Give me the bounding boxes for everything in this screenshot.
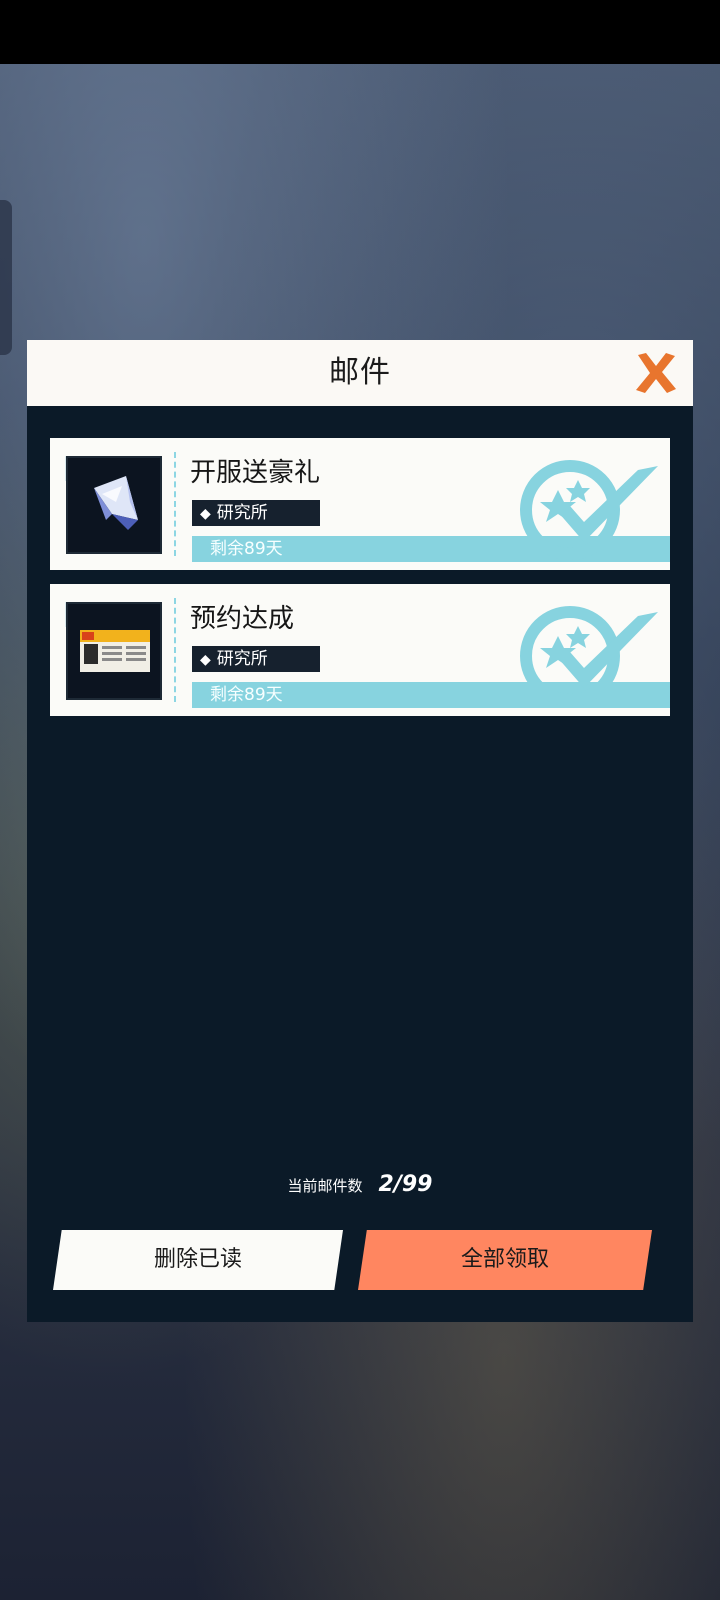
mail-count-value: 2/99 xyxy=(378,1172,433,1197)
side-handle[interactable] xyxy=(0,200,12,355)
mail-dialog: 邮件 MAIL 开服送豪礼 ◆研究所 xyxy=(27,340,693,1322)
mail-title: 开服送豪礼 xyxy=(190,458,321,488)
diamond-arrow-icon: ◆ xyxy=(200,652,211,668)
sender-tag: ◆ 研究所 xyxy=(192,500,320,526)
close-x-icon xyxy=(636,353,676,393)
claimed-check-icon xyxy=(520,606,658,706)
expire-label: 剩余89天 xyxy=(210,685,283,705)
sender-label: 研究所 xyxy=(216,503,268,523)
delete-read-button[interactable]: 删除已读 xyxy=(53,1230,343,1290)
mail-item[interactable]: MAIL 预约达成 ◆研究所 xyxy=(50,584,670,716)
mail-item[interactable]: MAIL 开服送豪礼 ◆研究所 剩余89天 xyxy=(50,438,670,570)
dialog-title: 邮件 xyxy=(329,355,391,390)
mail-list: MAIL 开服送豪礼 ◆研究所 剩余89天 xyxy=(50,438,670,730)
mail-count-label: 当前邮件数 xyxy=(287,1177,363,1195)
close-button[interactable] xyxy=(632,349,680,397)
diamond-crystal-icon xyxy=(94,476,138,530)
dialog-header: 邮件 xyxy=(27,340,693,406)
mail-count: 当前邮件数 2/99 xyxy=(27,1172,693,1197)
expire-label: 剩余89天 xyxy=(210,539,283,559)
dashed-divider xyxy=(174,598,176,702)
claimed-check-icon xyxy=(520,460,658,560)
claim-all-button[interactable]: 全部领取 xyxy=(358,1230,652,1290)
sender-label: 研究所 xyxy=(216,649,268,669)
sender-tag: ◆ 研究所 xyxy=(192,646,320,672)
ticket-card-icon xyxy=(80,630,150,672)
mail-title: 预约达成 xyxy=(190,604,295,634)
dashed-divider xyxy=(174,452,176,556)
mail-thumbnail xyxy=(66,602,162,700)
mail-thumbnail xyxy=(66,456,162,554)
diamond-arrow-icon: ◆ xyxy=(200,506,211,522)
status-bar xyxy=(0,0,720,64)
